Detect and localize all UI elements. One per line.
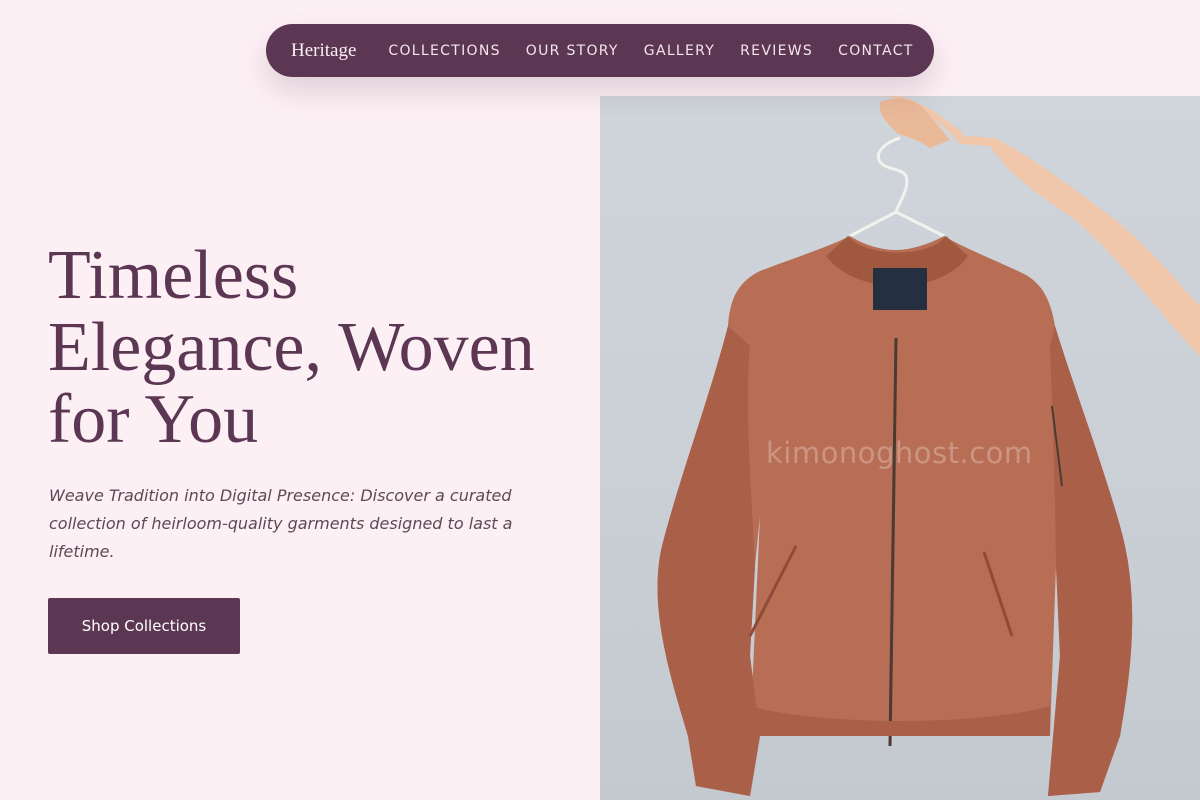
right-sleeve (1048, 326, 1133, 796)
top-navigation: Heritage COLLECTIONS OUR STORY GALLERY R… (266, 24, 934, 77)
image-watermark: kimonoghost.com (766, 436, 1033, 470)
nav-link-reviews[interactable]: REVIEWS (740, 43, 813, 59)
nav-link-our-story[interactable]: OUR STORY (526, 43, 619, 59)
brand-logo[interactable]: Heritage (291, 40, 356, 62)
nav-link-gallery[interactable]: GALLERY (644, 43, 715, 59)
hero-title: Timeless Elegance, Woven for You (48, 237, 535, 458)
nav-link-contact[interactable]: CONTACT (838, 43, 914, 59)
page: Heritage COLLECTIONS OUR STORY GALLERY R… (0, 0, 1200, 800)
jacket-label (873, 268, 927, 310)
hero-subtitle: Weave Tradition into Digital Presence: D… (49, 486, 513, 561)
hero-product-image: kimonoghost.com (600, 96, 1200, 800)
nav-link-collections[interactable]: COLLECTIONS (388, 43, 500, 59)
left-sleeve (657, 326, 760, 796)
hanger-hook (877, 136, 909, 213)
shop-collections-button[interactable]: Shop Collections (48, 598, 240, 654)
hanger-arms (849, 210, 945, 238)
